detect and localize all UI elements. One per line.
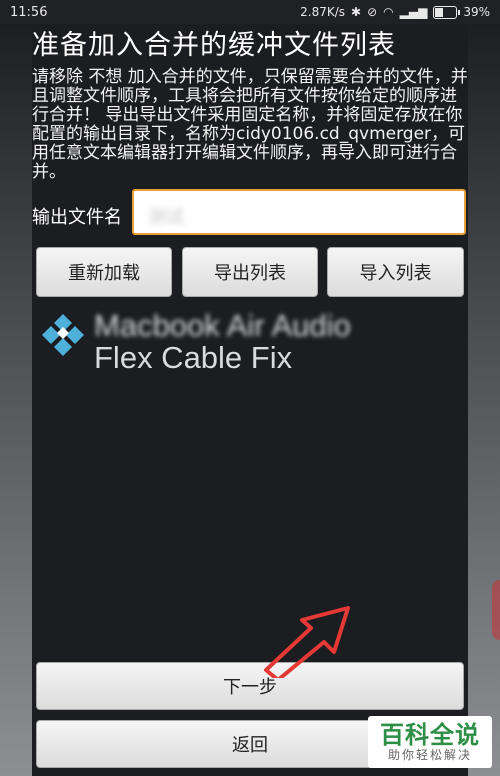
status-icons: 2.87K/s ✱ ⊘ ◠ ▂▄▆ 39% — [300, 5, 490, 19]
wifi-icon: ◠ — [383, 5, 394, 19]
next-step-button[interactable]: 下一步 — [36, 662, 464, 710]
output-filename-row: 输出文件名 测试 — [32, 189, 468, 239]
output-filename-label: 输出文件名 — [32, 207, 122, 228]
page-title: 准备加入合并的缓冲文件列表 — [32, 30, 396, 61]
watermark-main: 百科全说 — [380, 721, 480, 749]
instructions-text: 请移除 不想 加入合并的文件，只保留需要合并的文件，并且调整文件顺序，工具将会把… — [32, 67, 468, 182]
import-list-button[interactable]: 导入列表 — [327, 247, 464, 297]
export-list-button[interactable]: 导出列表 — [182, 247, 318, 297]
watermark-logo: 百科全说 助你轻松解决 — [368, 716, 492, 768]
bluetooth-icon: ✱ — [351, 5, 362, 19]
output-filename-input[interactable]: 测试 — [132, 189, 466, 235]
status-bar: 11:56 2.87K/s ✱ ⊘ ◠ ▂▄▆ 39% — [0, 0, 500, 24]
battery-percent: 39% — [463, 5, 490, 19]
signal-icon: ▂▄▆ — [399, 5, 428, 19]
status-time: 11:56 — [10, 4, 48, 20]
file-list-item[interactable]: Macbook Air Audio Flex Cable Fix — [32, 310, 468, 372]
frame-right — [468, 0, 500, 776]
file-list-item-title: Macbook Air Audio Flex Cable Fix — [94, 310, 351, 372]
app-window: 准备加入合并的缓冲文件列表 请移除 不想 加入合并的文件，只保留需要合并的文件，… — [32, 24, 468, 776]
kite-logo-icon — [42, 314, 84, 356]
mute-icon: ⊘ — [367, 5, 378, 19]
red-arrow-annotation — [264, 606, 350, 678]
frame-left — [0, 0, 32, 776]
battery-icon — [433, 5, 461, 19]
watermark-sub: 助你轻松解决 — [387, 748, 472, 762]
network-speed: 2.87K/s — [300, 5, 346, 19]
output-filename-value: 测试 — [148, 207, 184, 228]
reload-button[interactable]: 重新加载 — [36, 247, 172, 297]
